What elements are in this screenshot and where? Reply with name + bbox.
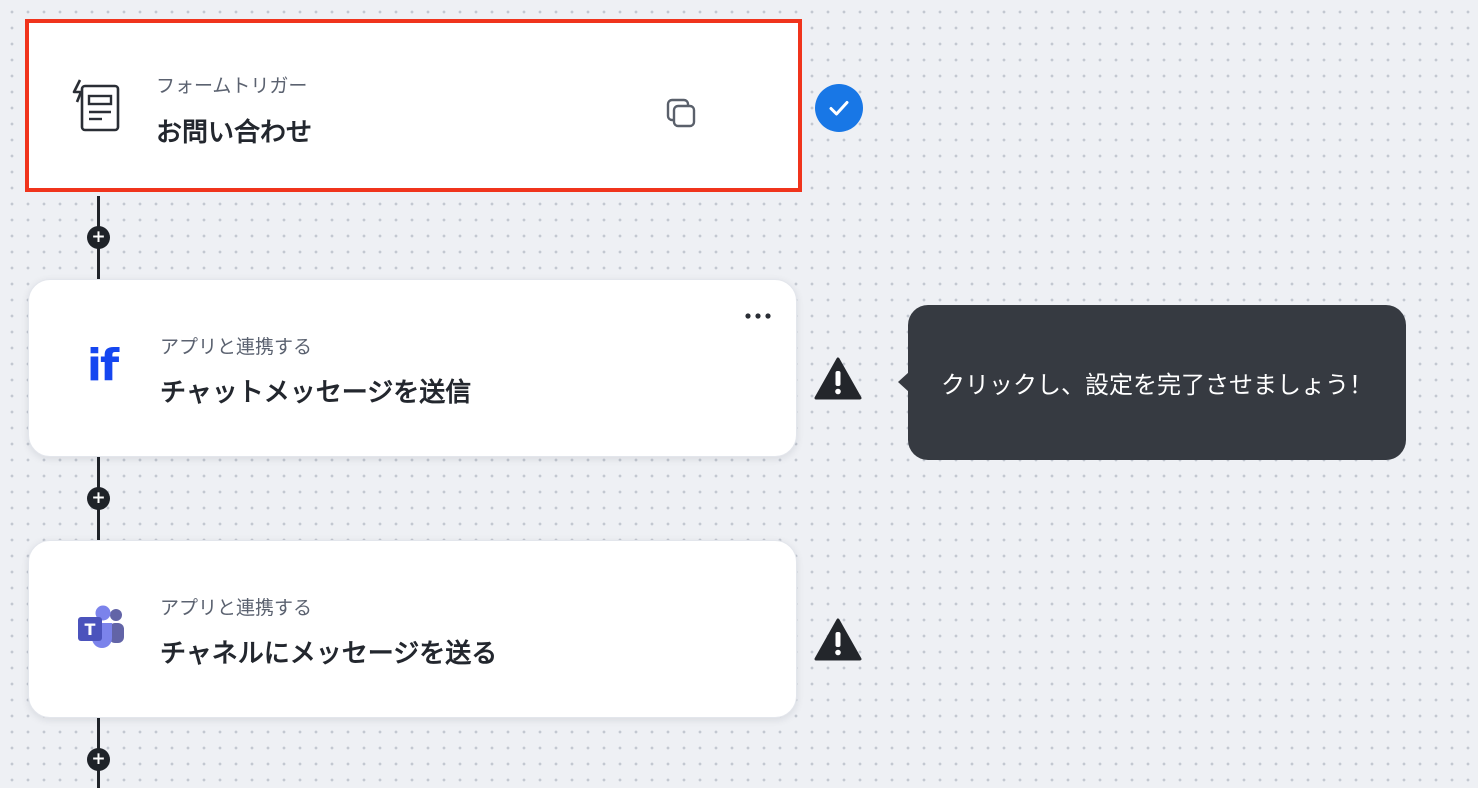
- flow-step-card-channel-message[interactable]: T アプリと連携する チャネルにメッセージを送る: [28, 540, 797, 718]
- step-type-label: フォームトリガー: [156, 75, 308, 97]
- copy-icon[interactable]: [661, 93, 701, 133]
- microsoft-teams-icon: T: [74, 599, 130, 655]
- setup-tooltip: クリックし、設定を完了させましょう！: [898, 305, 1406, 460]
- add-step-button[interactable]: +: [87, 226, 110, 249]
- if-app-logo-text: if: [86, 340, 119, 391]
- flow-step-card-chat-message[interactable]: if アプリと連携する チャットメッセージを送信: [28, 279, 797, 457]
- add-step-button[interactable]: +: [87, 487, 110, 510]
- tooltip-text: クリックし、設定を完了させましょう！: [941, 371, 1373, 399]
- step-type-label: アプリと連携する: [160, 336, 313, 358]
- tooltip-arrow: [898, 372, 909, 392]
- more-options-icon[interactable]: [740, 304, 776, 328]
- check-circle-icon: [815, 84, 863, 132]
- warning-icon: [813, 617, 863, 663]
- step-title: お問い合わせ: [156, 118, 313, 148]
- add-step-button[interactable]: +: [87, 748, 110, 771]
- warning-icon: [813, 356, 863, 402]
- step-type-label: アプリと連携する: [160, 597, 313, 619]
- if-app-logo-icon: if: [74, 338, 130, 394]
- teams-logo-letter: T: [85, 620, 96, 639]
- step-title: チャットメッセージを送信: [160, 378, 472, 408]
- step-title: チャネルにメッセージを送る: [160, 639, 498, 669]
- form-lightning-icon: [70, 78, 126, 134]
- flow-step-card-form-trigger[interactable]: フォームトリガー お問い合わせ: [25, 19, 802, 192]
